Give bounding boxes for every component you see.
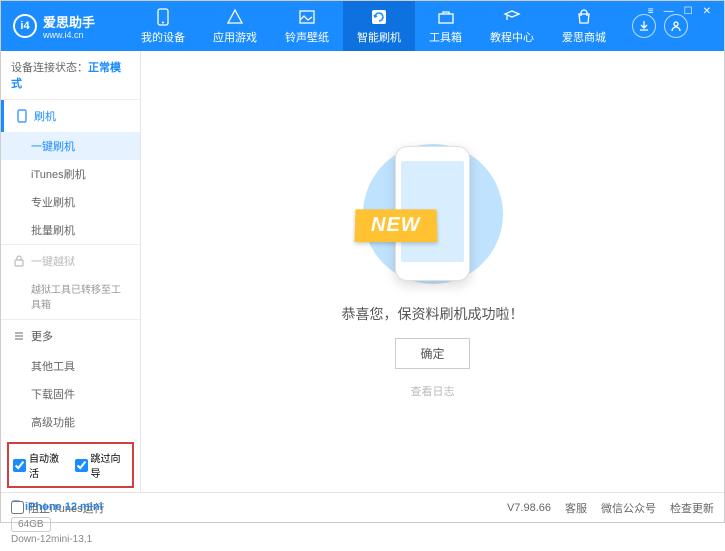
ok-button[interactable]: 确定: [395, 338, 469, 369]
window-controls: ≡ — ☐ ✕: [640, 2, 719, 21]
app-url: www.i4.cn: [43, 30, 95, 40]
flash-icon: [370, 8, 388, 26]
menu-icon[interactable]: ≡: [648, 6, 654, 17]
sidebar-item-download-firmware[interactable]: 下载固件: [1, 380, 140, 408]
logo-icon: i4: [13, 14, 37, 38]
sidebar-item-oneclick-flash[interactable]: 一键刷机: [1, 132, 140, 160]
block-itunes-checkbox[interactable]: 阻止iTunes运行: [11, 500, 105, 516]
phone-icon: [16, 109, 28, 123]
sidebar-jailbreak-header[interactable]: 一键越狱: [1, 245, 140, 277]
app-name: 爱思助手: [43, 15, 95, 30]
options-highlight-box: 自动激活 跳过向导: [7, 442, 134, 488]
sidebar-item-itunes-flash[interactable]: iTunes刷机: [1, 160, 140, 188]
nav-toolbox[interactable]: 工具箱: [415, 1, 476, 51]
version-label: V7.98.66: [507, 502, 551, 514]
nav-tutorials[interactable]: 教程中心: [476, 1, 548, 51]
sidebar-more-header[interactable]: 更多: [1, 320, 140, 352]
sidebar: 设备连接状态：正常模式 刷机 一键刷机 iTunes刷机 专业刷机 批量刷机 一…: [1, 51, 141, 492]
connection-status: 设备连接状态：正常模式: [1, 51, 140, 99]
titlebar: i4 爱思助手 www.i4.cn 我的设备 应用游戏 铃声壁纸 智能刷机 工具…: [1, 1, 724, 51]
nav-ringtones[interactable]: 铃声壁纸: [271, 1, 343, 51]
success-illustration: NEW: [373, 144, 493, 284]
success-message: 恭喜您，保资料刷机成功啦！: [342, 304, 524, 324]
view-log-link[interactable]: 查看日志: [411, 383, 455, 399]
more-icon: [13, 330, 25, 342]
check-update-link[interactable]: 检查更新: [670, 500, 714, 516]
device-capacity: 64GB: [11, 517, 51, 532]
lock-icon: [13, 255, 25, 267]
close-icon[interactable]: ✕: [703, 6, 711, 17]
main-content: NEW 恭喜您，保资料刷机成功啦！ 确定 查看日志: [141, 51, 724, 492]
minimize-icon[interactable]: —: [664, 6, 674, 17]
app-logo: i4 爱思助手 www.i4.cn: [1, 12, 107, 40]
skip-guide-checkbox[interactable]: 跳过向导: [75, 450, 129, 480]
support-link[interactable]: 客服: [565, 500, 587, 516]
nav-my-device[interactable]: 我的设备: [127, 1, 199, 51]
maximize-icon[interactable]: ☐: [684, 6, 693, 17]
nav-apps[interactable]: 应用游戏: [199, 1, 271, 51]
sidebar-item-pro-flash[interactable]: 专业刷机: [1, 188, 140, 216]
device-info: Down-12mini-13,1: [11, 534, 130, 545]
jailbreak-note: 越狱工具已转移至工具箱: [1, 277, 140, 319]
device-icon: [154, 8, 172, 26]
sidebar-flash-header[interactable]: 刷机: [1, 100, 140, 132]
sidebar-item-batch-flash[interactable]: 批量刷机: [1, 216, 140, 244]
main-nav: 我的设备 应用游戏 铃声壁纸 智能刷机 工具箱 教程中心 爱思商城: [127, 1, 620, 51]
apps-icon: [226, 8, 244, 26]
nav-store[interactable]: 爱思商城: [548, 1, 620, 51]
wechat-link[interactable]: 微信公众号: [601, 500, 656, 516]
new-badge: NEW: [354, 209, 437, 242]
tutorial-icon: [503, 8, 521, 26]
nav-flash[interactable]: 智能刷机: [343, 1, 415, 51]
auto-activate-checkbox[interactable]: 自动激活: [13, 450, 67, 480]
sidebar-item-advanced[interactable]: 高级功能: [1, 408, 140, 436]
store-icon: [575, 8, 593, 26]
sidebar-item-other-tools[interactable]: 其他工具: [1, 352, 140, 380]
wallpaper-icon: [298, 8, 316, 26]
toolbox-icon: [437, 8, 455, 26]
